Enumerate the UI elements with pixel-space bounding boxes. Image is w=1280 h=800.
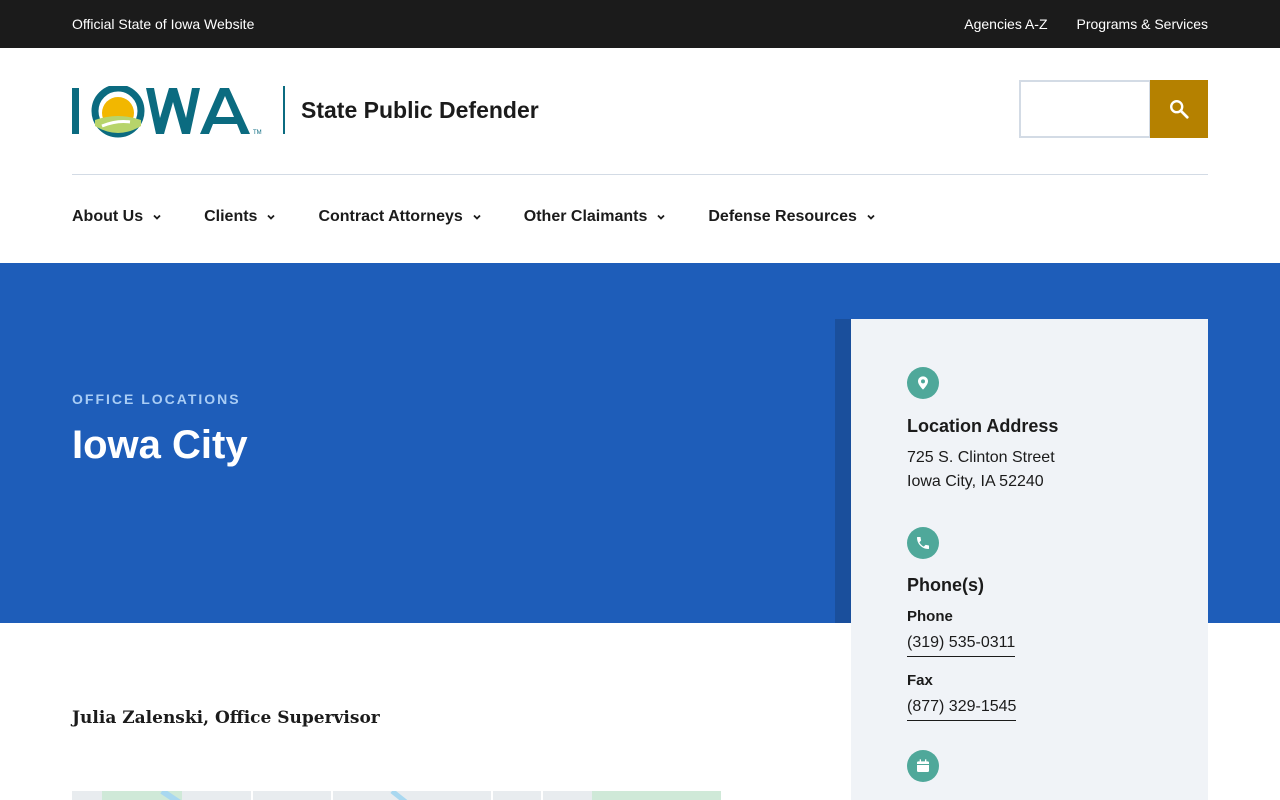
chevron-down-icon <box>153 214 161 220</box>
chevron-down-icon <box>267 214 276 220</box>
phone-number-link[interactable]: (319) 535-0311 <box>907 634 1016 657</box>
chevron-down-icon <box>867 214 875 220</box>
search-input[interactable] <box>1019 80 1151 138</box>
agency-name[interactable]: State Public Defender <box>301 97 539 124</box>
svg-text:TM: TM <box>253 130 262 136</box>
agencies-az-link[interactable]: Agencies A-Z <box>964 16 1047 32</box>
header-divider <box>72 174 1208 175</box>
map-tiles <box>72 791 721 800</box>
chevron-down-icon <box>473 214 481 220</box>
panel-accent-stripe <box>835 319 851 623</box>
nav-item-about-us[interactable]: About Us <box>72 208 162 226</box>
search-button[interactable] <box>1150 80 1208 138</box>
site-header: TM State Public Defender About Us Client… <box>0 48 1280 263</box>
nav-label: Contract Attorneys <box>318 208 463 225</box>
nav-item-clients[interactable]: Clients <box>204 208 276 226</box>
iowa-logo[interactable]: TM <box>72 86 272 138</box>
programs-services-link[interactable]: Programs & Services <box>1077 16 1208 32</box>
address-line-1: 725 S. Clinton Street <box>907 449 1055 466</box>
search-icon <box>1170 100 1189 119</box>
official-site-label: Official State of Iowa Website <box>72 16 255 32</box>
office-supervisor: Julia Zalenski, Office Supervisor <box>72 708 380 728</box>
phone-icon <box>907 527 939 559</box>
page-title: Iowa City <box>72 423 248 467</box>
phones-heading: Phone(s) <box>907 575 985 595</box>
calendar-icon <box>907 750 939 782</box>
nav-label: About Us <box>72 208 144 225</box>
address-line-2: Iowa City, IA 52240 <box>907 473 1044 490</box>
utility-links: Agencies A-Z Programs & Services <box>964 16 1208 32</box>
nav-label: Defense Resources <box>708 208 857 225</box>
chevron-down-icon <box>657 214 665 220</box>
office-map[interactable] <box>72 791 721 800</box>
contact-panel: Location Address 725 S. Clinton Street I… <box>851 319 1208 800</box>
phone-label: Phone <box>907 608 953 625</box>
utility-bar: Official State of Iowa Website Agencies … <box>0 0 1280 48</box>
address-heading: Location Address <box>907 416 1059 436</box>
fax-label: Fax <box>907 672 933 689</box>
location-pin-icon <box>907 367 939 399</box>
nav-item-contract-attorneys[interactable]: Contract Attorneys <box>318 208 481 226</box>
main-nav: About Us Clients Contract Attorneys Othe… <box>72 208 918 226</box>
logo-divider <box>283 86 285 134</box>
fax-number-link[interactable]: (877) 329-1545 <box>907 698 1017 721</box>
hero-eyebrow: OFFICE LOCATIONS <box>72 391 241 407</box>
nav-label: Other Claimants <box>523 208 648 225</box>
nav-item-defense-resources[interactable]: Defense Resources <box>708 208 876 226</box>
nav-label: Clients <box>204 208 258 225</box>
nav-item-other-claimants[interactable]: Other Claimants <box>524 208 667 226</box>
